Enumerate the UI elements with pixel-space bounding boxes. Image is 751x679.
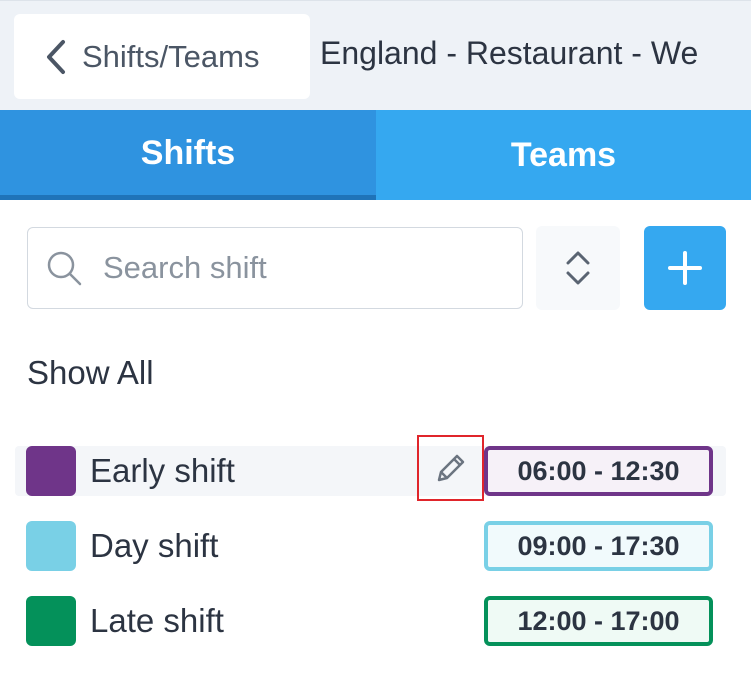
add-shift-button[interactable] [644, 226, 726, 310]
search-box [27, 227, 523, 309]
shift-panel: Show All Early shift 06:00 - 12:30 Day s… [0, 200, 751, 679]
tab-teams[interactable]: Teams [376, 110, 751, 200]
show-all-filter[interactable]: Show All [27, 354, 154, 392]
shift-color-swatch [26, 596, 76, 646]
search-input[interactable] [101, 249, 485, 287]
sort-icon [566, 251, 590, 285]
shift-name: Early shift [90, 452, 235, 489]
page-title: England - Restaurant - We [320, 35, 699, 71]
edit-shift-button[interactable] [417, 435, 484, 501]
plus-icon [668, 251, 702, 285]
search-icon [47, 251, 82, 286]
back-button[interactable]: Shifts/Teams [14, 14, 310, 99]
shift-time-badge: 09:00 - 17:30 [484, 521, 713, 571]
tab-bar: Shifts Teams [0, 110, 751, 200]
sort-button[interactable] [536, 226, 620, 310]
shift-row-early[interactable]: Early shift 06:00 - 12:30 [15, 435, 726, 501]
shift-color-swatch [26, 521, 76, 571]
chevron-left-icon [47, 39, 65, 74]
tab-shifts[interactable]: Shifts [0, 110, 376, 200]
shift-name: Late shift [90, 602, 224, 639]
shift-time-badge: 06:00 - 12:30 [484, 446, 713, 496]
shift-row-day[interactable]: Day shift 09:00 - 17:30 [15, 521, 726, 571]
shift-name: Day shift [90, 527, 219, 564]
shift-color-swatch [26, 446, 76, 496]
header: Shifts/Teams England - Restaurant - We [0, 0, 751, 110]
back-button-label: Shifts/Teams [82, 38, 260, 74]
pencil-icon [437, 454, 464, 482]
shift-time-badge: 12:00 - 17:00 [484, 596, 713, 646]
shift-row-late[interactable]: Late shift 12:00 - 17:00 [15, 596, 726, 646]
